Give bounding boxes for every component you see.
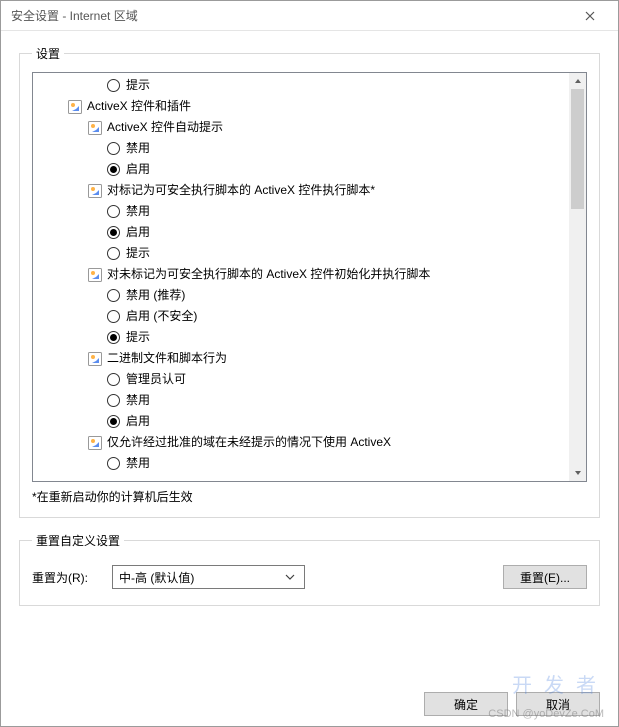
- reset-level-value: 中-高 (默认值): [119, 569, 282, 586]
- close-icon: [585, 11, 595, 21]
- tree-option[interactable]: 启用: [37, 411, 569, 432]
- tree-item-label: 仅允许经过批准的域在未经提示的情况下使用 ActiveX: [107, 432, 391, 453]
- tree-option[interactable]: 启用: [37, 222, 569, 243]
- tree-category: ActiveX 控件自动提示: [37, 117, 569, 138]
- tree-option[interactable]: 禁用: [37, 453, 569, 474]
- tree-category: 对标记为可安全执行脚本的 ActiveX 控件执行脚本*: [37, 180, 569, 201]
- tree-option[interactable]: 提示: [37, 75, 569, 96]
- tree-item-label: 提示: [126, 75, 150, 96]
- tree-option[interactable]: 启用: [37, 159, 569, 180]
- tree-item-label: 禁用: [126, 453, 150, 474]
- dialog-buttons: 确定 取消: [19, 688, 600, 716]
- reset-button[interactable]: 重置(E)...: [503, 565, 587, 589]
- chevron-down-icon: [282, 572, 298, 582]
- scroll-down-arrow-icon[interactable]: [569, 465, 586, 481]
- tree-item-label: 禁用: [126, 201, 150, 222]
- restart-note: *在重新启动你的计算机后生效: [32, 488, 587, 505]
- tree-item-label: 对标记为可安全执行脚本的 ActiveX 控件执行脚本*: [107, 180, 375, 201]
- tree-item-label: 提示: [126, 327, 150, 348]
- ok-button[interactable]: 确定: [424, 692, 508, 716]
- tree-option[interactable]: 管理员认可: [37, 369, 569, 390]
- radio-icon: [107, 457, 120, 470]
- activex-icon: [87, 435, 103, 451]
- radio-icon: [107, 331, 120, 344]
- tree-option[interactable]: 提示: [37, 327, 569, 348]
- cancel-button[interactable]: 取消: [516, 692, 600, 716]
- cancel-button-label: 取消: [546, 696, 570, 713]
- tree-option[interactable]: 提示: [37, 243, 569, 264]
- tree-item-label: 管理员认可: [126, 369, 186, 390]
- tree-item-label: ActiveX 控件自动提示: [107, 117, 223, 138]
- settings-fieldset: 设置 提示ActiveX 控件和插件ActiveX 控件自动提示禁用启用对标记为…: [19, 45, 600, 518]
- tree-option[interactable]: 启用 (不安全): [37, 306, 569, 327]
- tree-option[interactable]: 禁用: [37, 201, 569, 222]
- activex-icon: [87, 267, 103, 283]
- tree-item-label: 提示: [126, 243, 150, 264]
- close-button[interactable]: [570, 2, 610, 30]
- ok-button-label: 确定: [454, 696, 478, 713]
- scroll-thumb[interactable]: [571, 89, 584, 209]
- reset-row: 重置为(R): 中-高 (默认值) 重置(E)...: [32, 559, 587, 593]
- reset-button-label: 重置(E)...: [520, 569, 570, 586]
- radio-icon: [107, 142, 120, 155]
- tree-category: ActiveX 控件和插件: [37, 96, 569, 117]
- settings-tree-viewport: 提示ActiveX 控件和插件ActiveX 控件自动提示禁用启用对标记为可安全…: [33, 73, 569, 481]
- activex-icon: [87, 120, 103, 136]
- settings-tree: 提示ActiveX 控件和插件ActiveX 控件自动提示禁用启用对标记为可安全…: [32, 72, 587, 482]
- reset-fieldset: 重置自定义设置 重置为(R): 中-高 (默认值) 重置(E)...: [19, 532, 600, 606]
- radio-icon: [107, 163, 120, 176]
- tree-category: 对未标记为可安全执行脚本的 ActiveX 控件初始化并执行脚本: [37, 264, 569, 285]
- tree-item-label: 启用 (不安全): [126, 306, 197, 327]
- reset-level-select[interactable]: 中-高 (默认值): [112, 565, 305, 589]
- radio-icon: [107, 373, 120, 386]
- tree-item-label: 禁用 (推荐): [126, 285, 185, 306]
- tree-item-label: 禁用: [126, 138, 150, 159]
- activex-icon: [67, 99, 83, 115]
- tree-item-label: 二进制文件和脚本行为: [107, 348, 227, 369]
- reset-legend: 重置自定义设置: [32, 532, 124, 549]
- dialog-content: 设置 提示ActiveX 控件和插件ActiveX 控件自动提示禁用启用对标记为…: [1, 31, 618, 726]
- window-title: 安全设置 - Internet 区域: [11, 7, 570, 24]
- tree-option[interactable]: 禁用: [37, 390, 569, 411]
- tree-option[interactable]: 禁用: [37, 138, 569, 159]
- radio-icon: [107, 226, 120, 239]
- scroll-up-arrow-icon[interactable]: [569, 73, 586, 89]
- tree-item-label: 对未标记为可安全执行脚本的 ActiveX 控件初始化并执行脚本: [107, 264, 430, 285]
- radio-icon: [107, 310, 120, 323]
- radio-icon: [107, 394, 120, 407]
- tree-category: 二进制文件和脚本行为: [37, 348, 569, 369]
- tree-option[interactable]: 禁用 (推荐): [37, 285, 569, 306]
- radio-icon: [107, 247, 120, 260]
- dialog-window: 安全设置 - Internet 区域 设置 提示ActiveX 控件和插件Act…: [0, 0, 619, 727]
- reset-label: 重置为(R):: [32, 569, 102, 586]
- tree-item-label: 启用: [126, 411, 150, 432]
- tree-category: 仅允许经过批准的域在未经提示的情况下使用 ActiveX: [37, 432, 569, 453]
- radio-icon: [107, 79, 120, 92]
- radio-icon: [107, 289, 120, 302]
- settings-legend: 设置: [32, 45, 64, 62]
- tree-item-label: 禁用: [126, 390, 150, 411]
- radio-icon: [107, 415, 120, 428]
- radio-icon: [107, 205, 120, 218]
- activex-icon: [87, 183, 103, 199]
- titlebar: 安全设置 - Internet 区域: [1, 1, 618, 31]
- activex-icon: [87, 351, 103, 367]
- tree-item-label: 启用: [126, 222, 150, 243]
- scrollbar[interactable]: [569, 73, 586, 481]
- tree-item-label: 启用: [126, 159, 150, 180]
- tree-item-label: ActiveX 控件和插件: [87, 96, 191, 117]
